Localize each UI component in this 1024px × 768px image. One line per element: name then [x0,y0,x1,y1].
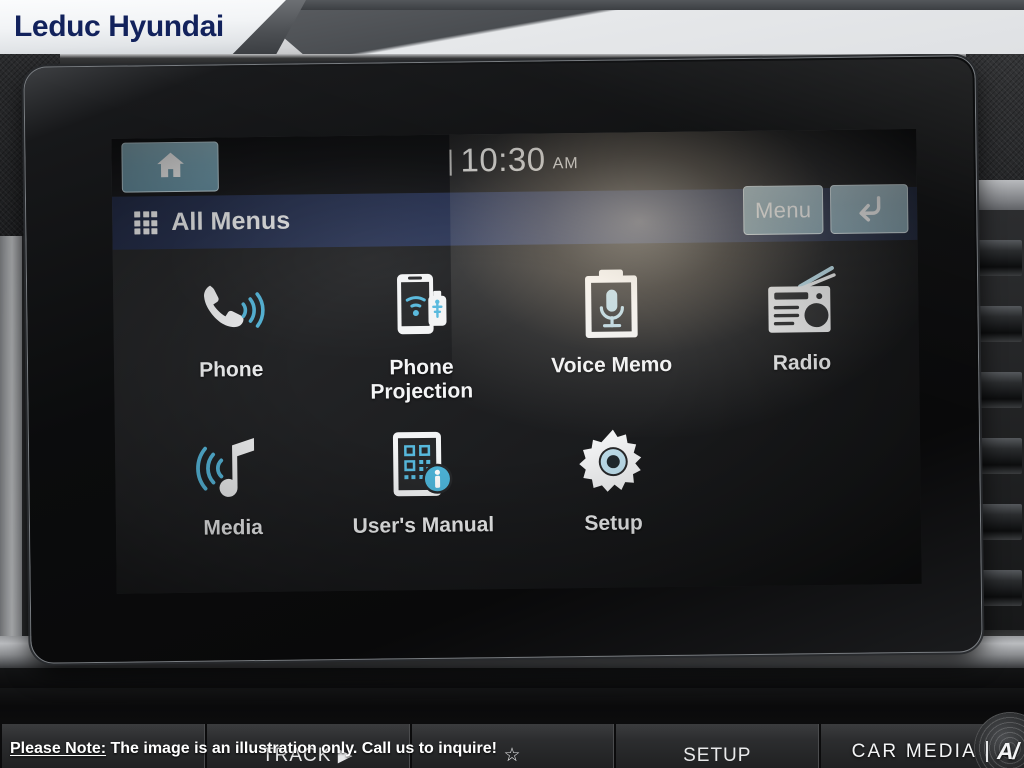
back-arrow-icon [850,190,888,228]
screenshot-root: 10:30 AM All Menus Menu Phone Phone Proj… [0,0,1024,768]
clock-time: 10:30 [460,140,546,179]
menu-button[interactable]: Menu [742,185,824,236]
home-button[interactable] [121,141,219,193]
setup-hard-button[interactable]: SETUP [614,724,820,768]
app-label: Phone Projection [370,355,474,404]
app-tile-phone[interactable]: Phone [135,270,327,424]
app-tile-media[interactable]: Media [137,428,329,580]
watermark-logo: A/ [997,738,1019,764]
radio-icon [762,264,841,343]
home-icon [153,147,187,186]
app-label: User's Manual [352,513,495,538]
disclaimer-prefix: Please Note: [10,740,107,757]
phone-projection-icon [383,269,458,348]
app-label: Radio [772,350,832,375]
app-row-1: Phone Phone Projection Voice Memo Radio [135,263,898,424]
app-tile-voice-memo[interactable]: Voice Memo [515,266,707,420]
gear-icon [576,424,649,503]
watermark-divider [986,741,988,762]
disclaimer-text: The image is an illustration only. Call … [106,740,497,757]
infotainment-lcd-screen[interactable]: 10:30 AM All Menus Menu Phone Phone Proj… [111,128,922,594]
page-title: All Menus [171,206,291,237]
app-tile-phone-projection[interactable]: Phone Projection [325,268,517,422]
clock-period: AM [552,155,579,173]
illustration-disclaimer: Please Note: The image is an illustratio… [10,740,497,758]
app-tile-radio[interactable]: Radio [706,263,898,417]
app-label: Setup [584,511,643,536]
app-icon-grid: Phone Phone Projection Voice Memo Radio … [113,247,922,587]
dealer-banner: Leduc Hyundai [0,0,306,54]
dealer-name: Leduc Hyundai [14,10,224,43]
clock-divider [449,149,452,176]
menu-button-label: Menu [754,196,812,223]
watermark-text: CAR MEDIA [851,740,977,762]
top-right-button-group: Menu [742,184,909,236]
phone-handset-icon [193,271,268,350]
app-label: Media [203,515,264,540]
clock: 10:30 AM [111,133,917,192]
grid-icon [134,211,158,235]
music-note-icon [194,429,271,508]
app-label: Phone [198,357,264,382]
app-tile-empty [708,421,900,573]
app-row-2: Media User's Manual Setup [137,421,900,580]
back-button[interactable] [829,184,909,234]
app-tile-users-manual[interactable]: User's Manual [327,426,519,578]
app-tile-setup[interactable]: Setup [517,424,709,576]
users-manual-tablet-icon [385,427,460,506]
voice-memo-clipboard-icon [577,266,646,345]
car-media-watermark: CAR MEDIA A/ [851,738,1019,765]
infotainment-bezel: 10:30 AM All Menus Menu Phone Phone Proj… [24,56,982,663]
dash-trim-bottom-shadow [0,668,1024,688]
app-label: Voice Memo [551,352,673,378]
